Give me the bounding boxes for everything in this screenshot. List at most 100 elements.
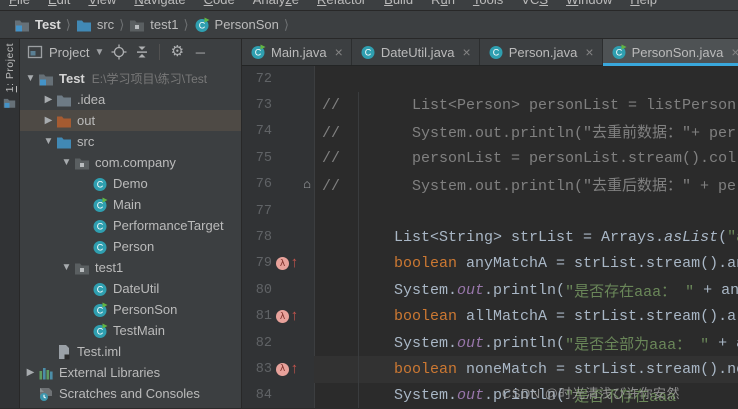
gear-icon[interactable]: ⚙ — [169, 44, 185, 60]
tab-dateutil-java[interactable]: C DateUtil.java × — [351, 39, 480, 65]
code-text[interactable]: System.out.println("是否全部为aaa： " + a — [314, 330, 738, 356]
tree-toggle-icon[interactable]: ▶ — [41, 94, 56, 105]
tab-personson-java[interactable]: C PersonSon.java × — [602, 39, 738, 66]
code-line-83[interactable]: 83 λ ↑ boolean noneMatch = strList.stream(… — [242, 356, 738, 383]
menu-item-tools[interactable]: Tools — [464, 0, 512, 9]
menu-item-build[interactable]: Build — [375, 0, 422, 9]
code-text[interactable]: // List<Person> personList = listPerson(… — [314, 92, 738, 118]
lambda-icon[interactable]: λ — [276, 362, 289, 376]
lambda-icon[interactable]: λ — [276, 310, 289, 324]
tab-main-java[interactable]: C Main.java × — [242, 39, 352, 65]
code-line-73[interactable]: 73 // List<Person> personList = listPerso… — [242, 92, 738, 118]
tab-person-java[interactable]: C Person.java × — [479, 39, 603, 65]
breadcrumb-item-test1[interactable]: test1 — [128, 17, 179, 33]
menu-item-file[interactable]: File — [0, 0, 39, 9]
tree-item-testmain[interactable]: C TestMain — [20, 320, 241, 341]
editor-area: C Main.java × C DateUtil.java × C Person.java × C… — [242, 39, 738, 408]
minimize-icon[interactable]: ─ — [192, 44, 208, 60]
panel-title[interactable]: Project — [49, 45, 89, 60]
tree-item-test-iml[interactable]: Test.iml — [20, 341, 241, 362]
tree-item-main[interactable]: C Main — [20, 194, 241, 215]
menu-item-help[interactable]: Help — [621, 0, 666, 9]
tree-item-person[interactable]: C Person — [20, 236, 241, 257]
line-number: 84 — [255, 388, 272, 404]
code-line-74[interactable]: 74 // System.out.println("去重前数据："+ per — [242, 119, 738, 145]
tree-toggle-icon[interactable]: ▶ — [23, 367, 38, 378]
tree-toggle-icon[interactable]: ▼ — [23, 73, 38, 84]
code-line-82[interactable]: 82 System.out.println("是否全部为aaa： " + a — [242, 330, 738, 356]
locate-file-icon[interactable] — [111, 44, 127, 60]
close-tab-icon[interactable]: × — [463, 45, 471, 59]
project-tool-window-button[interactable]: 1: Project — [0, 43, 19, 109]
breadcrumb-separator: ⟩ — [283, 16, 289, 32]
up-arrow-icon[interactable]: ↑ — [290, 309, 299, 324]
code-text[interactable]: boolean noneMatch = strList.stream().non — [314, 356, 738, 383]
class-run-icon: C — [92, 197, 108, 213]
tree-item--idea[interactable]: ▶ .idea — [20, 89, 241, 110]
code-line-81[interactable]: 81 λ ↑ boolean allMatchA = strList.stream(… — [242, 304, 738, 330]
code-text[interactable] — [314, 66, 738, 92]
folder-excluded-icon — [56, 113, 72, 129]
code-line-75[interactable]: 75 // personList = personList.stream().co… — [242, 145, 738, 171]
code-line-77[interactable]: 77 — [242, 198, 738, 224]
tree-toggle-icon[interactable]: ▼ — [59, 262, 74, 273]
close-tab-icon[interactable]: × — [731, 45, 738, 59]
close-tab-icon[interactable]: × — [585, 45, 593, 59]
tree-item-performancetarget[interactable]: C PerformanceTarget — [20, 215, 241, 236]
close-tab-icon[interactable]: × — [335, 45, 343, 59]
chevron-down-icon[interactable]: ▼ — [94, 47, 104, 58]
tree-item-src[interactable]: ▼ src — [20, 131, 241, 152]
tree-toggle-icon[interactable]: ▶ — [41, 115, 56, 126]
menu-item-analyze[interactable]: Analyze — [244, 0, 308, 9]
code-line-72[interactable]: 72 — [242, 66, 738, 92]
tree-item-test[interactable]: ▼ Test E:\学习项目\练习\Test — [20, 68, 241, 89]
breadcrumb-item-src[interactable]: src — [75, 17, 115, 33]
fold-marker-icon[interactable]: ⌂ — [300, 177, 314, 192]
lambda-gutter-icon[interactable]: λ ↑ — [272, 256, 300, 271]
code-editor[interactable]: 72 73 // List<Person> personList = listPer… — [242, 66, 738, 408]
folder-icon — [56, 92, 72, 108]
code-line-79[interactable]: 79 λ ↑ boolean anyMatchA = strList.stream(… — [242, 251, 738, 277]
tree-item-com-company[interactable]: ▼ com.company — [20, 152, 241, 173]
code-text[interactable]: // personList = personList.stream().coll… — [314, 145, 738, 171]
menu-item-window[interactable]: Window — [557, 0, 621, 9]
tree-item-personson[interactable]: C PersonSon — [20, 299, 241, 320]
tree-item-test1[interactable]: ▼ test1 — [20, 257, 241, 278]
menu-item-view[interactable]: View — [79, 0, 125, 9]
menu-item-run[interactable]: Run — [422, 0, 464, 9]
breadcrumb-item-test[interactable]: Test — [13, 17, 62, 33]
code-text[interactable]: System.out.println("是否存在aaa： " + any — [314, 277, 738, 303]
tree-item-out[interactable]: ▶ out — [20, 110, 241, 131]
code-text[interactable]: boolean allMatchA = strList.stream().all — [314, 304, 738, 330]
package-icon — [74, 155, 90, 171]
menu-item-edit[interactable]: Edit — [39, 0, 79, 9]
code-line-80[interactable]: 80 System.out.println("是否存在aaa： " + any — [242, 277, 738, 303]
tree-item-dateutil[interactable]: C DateUtil — [20, 278, 241, 299]
code-text[interactable]: List<String> strList = Arrays.asList("aa — [314, 224, 738, 250]
tree-item-scratches-and-consoles[interactable]: Scratches and Consoles — [20, 383, 241, 404]
code-text[interactable]: // System.out.println("去重后数据：" + pe — [314, 172, 738, 198]
svg-text:C: C — [97, 179, 104, 189]
lambda-gutter-icon[interactable]: λ ↑ — [272, 309, 300, 324]
menu-item-code[interactable]: Code — [195, 0, 244, 9]
class-run-icon: C — [92, 323, 108, 339]
code-text[interactable]: // System.out.println("去重前数据："+ per — [314, 119, 738, 145]
code-text[interactable]: boolean anyMatchA = strList.stream().any — [314, 251, 738, 277]
up-arrow-icon[interactable]: ↑ — [290, 256, 299, 271]
code-segment: System. — [322, 281, 458, 299]
breadcrumb-item-personson[interactable]: C PersonSon — [193, 17, 280, 33]
code-line-78[interactable]: 78 List<String> strList = Arrays. asList(… — [242, 224, 738, 250]
menu-item-refactor[interactable]: Refactor — [308, 0, 375, 9]
menu-item-navigate[interactable]: Navigate — [125, 0, 194, 9]
tree-toggle-icon[interactable]: ▼ — [59, 157, 74, 168]
collapse-all-icon[interactable] — [134, 44, 150, 60]
tree-toggle-icon[interactable]: ▼ — [41, 136, 56, 147]
code-line-76[interactable]: 76 ⌂ // System.out.println("去重后数据：" + pe — [242, 172, 738, 198]
tree-item-external-libraries[interactable]: ▶ External Libraries — [20, 362, 241, 383]
menu-item-vcs[interactable]: VCS — [512, 0, 557, 9]
lambda-gutter-icon[interactable]: λ ↑ — [272, 362, 300, 377]
code-text[interactable] — [314, 198, 738, 224]
up-arrow-icon[interactable]: ↑ — [290, 362, 299, 377]
tree-item-demo[interactable]: C Demo — [20, 173, 241, 194]
lambda-icon[interactable]: λ — [276, 257, 289, 271]
